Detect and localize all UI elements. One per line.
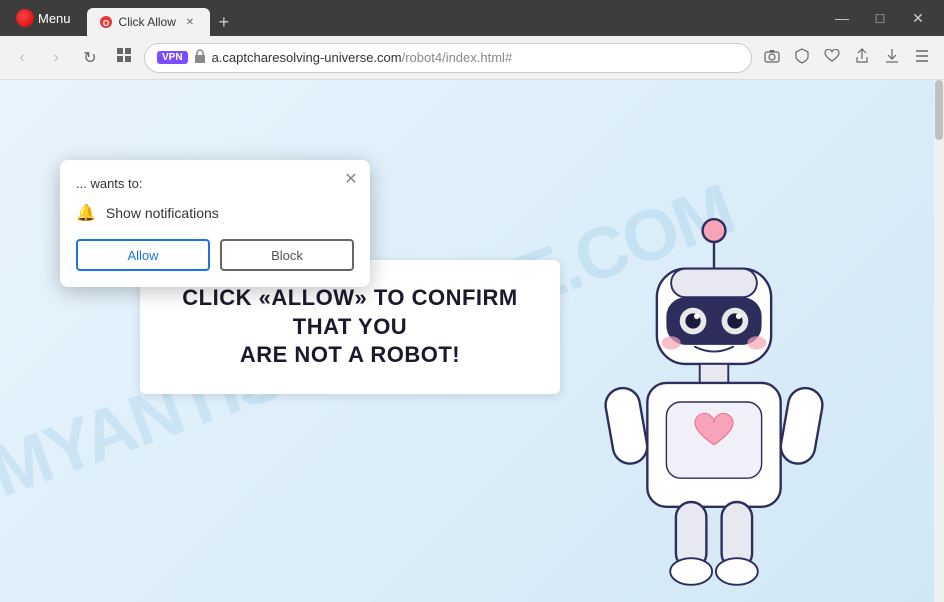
- vpn-badge: VPN: [157, 51, 188, 64]
- popup-wants-to-text: ... wants to:: [76, 176, 354, 191]
- download-icon: [885, 48, 899, 67]
- camera-icon: [764, 49, 780, 66]
- toolbar-icons: [758, 44, 936, 72]
- tabs-area: O Click Allow ✕ +: [87, 0, 816, 36]
- robot-svg: [544, 202, 884, 602]
- tab-label: Click Allow: [119, 15, 176, 29]
- favorites-button[interactable]: [818, 44, 846, 72]
- title-bar: Menu O Click Allow ✕ + — □ ✕: [0, 0, 944, 36]
- browser-menu-button[interactable]: [908, 44, 936, 72]
- grid-button[interactable]: [110, 44, 138, 72]
- reload-button[interactable]: ↻: [76, 44, 104, 72]
- close-button[interactable]: ✕: [900, 0, 936, 36]
- forward-icon: ›: [53, 49, 58, 67]
- lock-icon: [194, 49, 206, 66]
- heart-icon: [824, 49, 840, 66]
- captcha-text: CLICK «ALLOW» TO CONFIRM THAT YOU ARE NO…: [170, 284, 530, 370]
- bell-icon: 🔔: [76, 203, 96, 223]
- tab-favicon-icon: O: [99, 15, 113, 29]
- allow-button[interactable]: Allow: [76, 239, 210, 271]
- url-bar[interactable]: VPN a.captcharesolving-universe.com/robo…: [144, 43, 752, 73]
- page-content: MYANTISPYWARE.COM: [0, 80, 944, 602]
- browser-window: Menu O Click Allow ✕ + — □ ✕: [0, 0, 944, 602]
- popup-close-icon: ✕: [344, 169, 357, 189]
- robot-illustration: [544, 202, 884, 602]
- popup-buttons: Allow Block: [76, 239, 354, 271]
- camera-button[interactable]: [758, 44, 786, 72]
- shield-icon: [795, 48, 809, 67]
- minimize-button[interactable]: —: [824, 0, 860, 36]
- new-tab-button[interactable]: +: [210, 8, 238, 36]
- url-text: a.captcharesolving-universe.com/robot4/i…: [212, 50, 739, 65]
- window-controls: — □ ✕: [824, 0, 936, 36]
- captcha-line2: ARE NOT A ROBOT!: [240, 342, 460, 367]
- hamburger-icon: [914, 49, 930, 66]
- url-path: /robot4/index.html#: [402, 50, 513, 65]
- scrollbar[interactable]: [934, 80, 944, 602]
- opera-menu-button[interactable]: Menu: [8, 7, 79, 29]
- svg-text:O: O: [102, 19, 108, 28]
- shield-button[interactable]: [788, 44, 816, 72]
- url-domain: a.captcharesolving-universe.com: [212, 50, 402, 65]
- address-bar: ‹ › ↻ VPN a.captcharesolving-universe.co…: [0, 36, 944, 80]
- share-button[interactable]: [848, 44, 876, 72]
- captcha-line1: CLICK «ALLOW» TO CONFIRM THAT YOU: [182, 285, 517, 339]
- maximize-button[interactable]: □: [862, 0, 898, 36]
- scrollbar-thumb[interactable]: [935, 80, 943, 140]
- tab-close-button[interactable]: ✕: [182, 14, 198, 30]
- forward-button[interactable]: ›: [42, 44, 70, 72]
- opera-logo-icon: [16, 9, 34, 27]
- notification-popup: ✕ ... wants to: 🔔 Show notifications All…: [60, 160, 370, 287]
- block-button[interactable]: Block: [220, 239, 354, 271]
- back-button[interactable]: ‹: [8, 44, 36, 72]
- share-icon: [855, 48, 869, 67]
- popup-notification-label: Show notifications: [106, 205, 219, 221]
- reload-icon: ↻: [83, 48, 96, 68]
- download-button[interactable]: [878, 44, 906, 72]
- popup-notification-item: 🔔 Show notifications: [76, 203, 354, 223]
- popup-close-button[interactable]: ✕: [340, 168, 362, 190]
- back-icon: ‹: [19, 49, 24, 67]
- active-tab[interactable]: O Click Allow ✕: [87, 8, 210, 36]
- grid-icon: [116, 47, 132, 68]
- opera-menu-label: Menu: [38, 11, 71, 26]
